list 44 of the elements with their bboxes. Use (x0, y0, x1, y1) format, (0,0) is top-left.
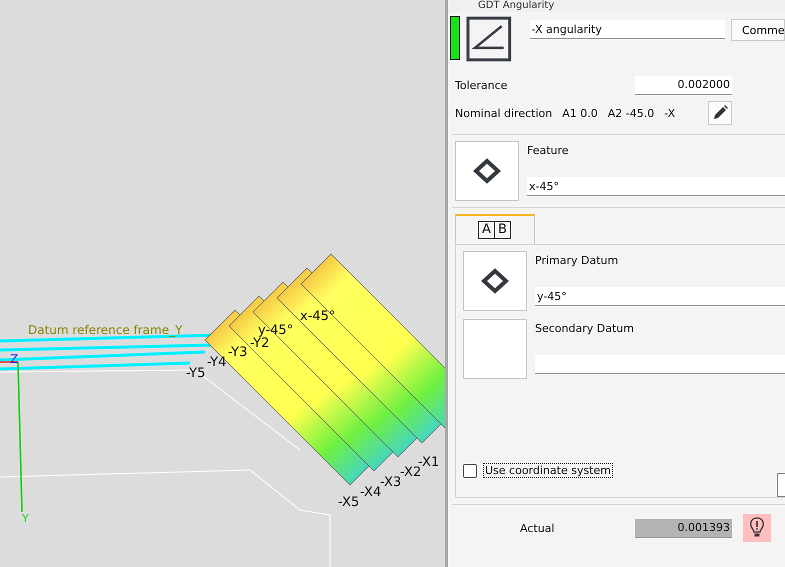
lightbulb-icon (749, 517, 765, 539)
datum-tab[interactable]: A B (455, 214, 535, 244)
point-label: -Y2 (250, 336, 270, 351)
checkbox[interactable] (463, 464, 477, 478)
datum-letter: A (478, 221, 495, 239)
comment-button[interactable]: Comme (731, 19, 785, 41)
point-label: -X5 (338, 495, 360, 510)
actual-label: Actual (520, 522, 554, 534)
checkbox-label[interactable]: Use coordinate system (483, 463, 613, 478)
angularity-icon[interactable] (466, 16, 512, 62)
symbol-box[interactable] (463, 251, 527, 311)
datum-label: Secondary Datum (535, 322, 635, 335)
point-label: -Y4 (207, 355, 226, 370)
point-label: x-45° (300, 309, 336, 324)
name-field[interactable]: -X angularity (530, 20, 725, 39)
axis-label: Y (22, 512, 29, 525)
datum-label: Primary Datum (535, 254, 620, 267)
point-label: -X2 (400, 465, 422, 480)
direction-value: A1 0.0 (562, 106, 598, 120)
direction-value: -X (664, 106, 676, 120)
datum-letter: B (494, 221, 511, 239)
datum-field[interactable]: y-45° (535, 287, 785, 306)
window-title: GDT Angularity (448, 0, 785, 12)
point-label: -Y3 (228, 345, 248, 360)
feature-field[interactable]: x-45° (527, 177, 785, 196)
diamond-icon (473, 157, 501, 185)
tolerance-field[interactable]: 0.002000 (635, 76, 732, 94)
pencil-icon (711, 104, 729, 122)
datum-field[interactable] (535, 355, 785, 374)
tolerance-label: Tolerance (455, 78, 508, 92)
feature-label: Feature (527, 144, 570, 157)
frame-label: Datum reference frame_Y (28, 323, 182, 337)
actual-field[interactable]: 0.001393 (635, 518, 732, 538)
direction-value: A2 -45.0 (608, 106, 654, 120)
symbol-box[interactable] (455, 141, 519, 201)
axis-label: Z (10, 352, 18, 366)
point-label: -X3 (380, 475, 402, 490)
hint-button[interactable] (743, 514, 771, 542)
point-label: -X4 (360, 485, 382, 500)
point-label: -Y5 (186, 366, 206, 381)
diamond-icon (481, 267, 509, 295)
edit-button[interactable] (708, 101, 732, 125)
side-button[interactable] (777, 473, 785, 497)
nominal-direction-label: Nominal direction (455, 106, 552, 120)
